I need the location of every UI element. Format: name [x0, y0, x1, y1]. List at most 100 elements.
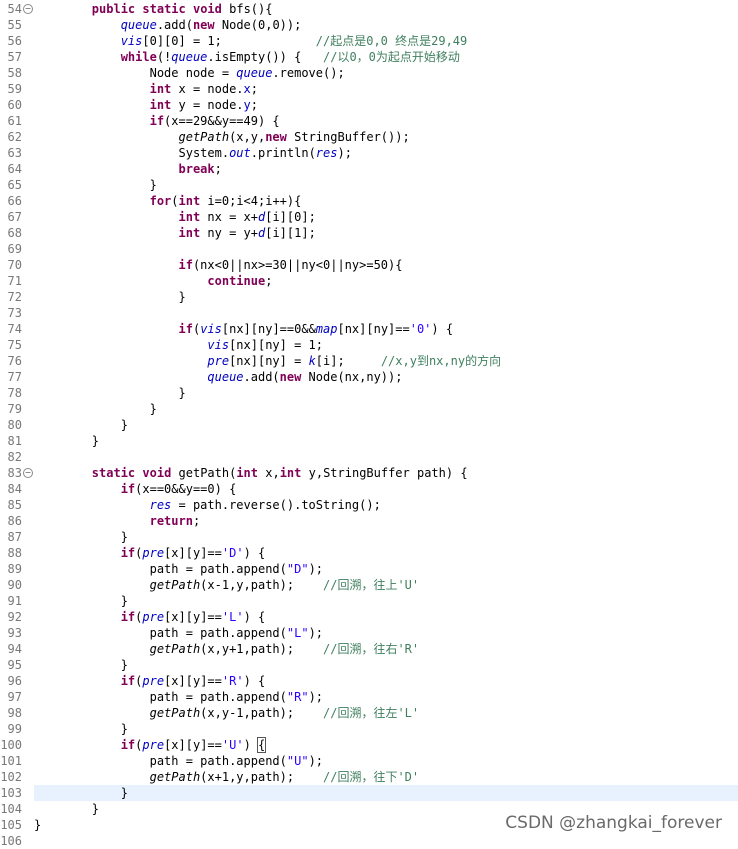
code-text-area: path = path.append("L"); [34, 625, 738, 641]
code-line[interactable]: 61 if(x==29&&y==49) { [0, 113, 738, 129]
code-line[interactable]: 64 break; [0, 161, 738, 177]
code-line[interactable]: 99 } [0, 721, 738, 737]
code-text-area: getPath(x,y+1,path); //回溯，往右'R' [34, 641, 738, 657]
collapse-fold-icon[interactable]: − [23, 4, 33, 14]
code-text: queue.add(new Node(0,0)); [120, 18, 302, 32]
code-line[interactable]: 86 return; [0, 513, 738, 529]
line-number: 105 [0, 818, 22, 832]
line-number: 85 [7, 498, 22, 512]
code-text-area [34, 449, 738, 465]
code-text-area: int y = node.y; [34, 97, 738, 113]
code-line[interactable]: 106 [0, 833, 738, 849]
code-text: res = path.reverse().toString(); [149, 498, 381, 512]
line-number: 69 [7, 242, 22, 256]
code-text: if(pre[x][y]=='U') { [120, 737, 267, 753]
line-number: 68 [7, 226, 22, 240]
line-number: 58 [7, 66, 22, 80]
code-line[interactable]: 63 System.out.println(res); [0, 145, 738, 161]
code-line[interactable]: 81 } [0, 433, 738, 449]
code-line[interactable]: 78 } [0, 385, 738, 401]
code-line[interactable]: 95 } [0, 657, 738, 673]
code-text-area: } [34, 289, 738, 305]
line-number: 61 [7, 114, 22, 128]
code-line[interactable]: 74 if(vis[nx][ny]==0&&map[nx][ny]=='0') … [0, 321, 738, 337]
code-text-area [34, 305, 738, 321]
code-line[interactable]: 73 [0, 305, 738, 321]
code-line[interactable]: 93 path = path.append("L"); [0, 625, 738, 641]
code-line[interactable]: 67 int nx = x+d[i][0]; [0, 209, 738, 225]
code-line[interactable]: 59 int x = node.x; [0, 81, 738, 97]
code-text: int x = node.x; [149, 82, 258, 96]
code-text-area: int ny = y+d[i][1]; [34, 225, 738, 241]
code-text: path = path.append("D"); [34, 562, 324, 576]
code-text: getPath(x,y-1,path); //回溯，往左'L' [149, 706, 420, 720]
code-text: } [34, 594, 128, 608]
code-line[interactable]: 90 getPath(x-1,y,path); //回溯，往上'U' [0, 577, 738, 593]
code-line[interactable]: 70 if(nx<0||nx>=30||ny<0||ny>=50){ [0, 257, 738, 273]
line-number: 98 [7, 706, 22, 720]
code-line[interactable]: 91 } [0, 593, 738, 609]
collapse-fold-icon[interactable]: − [23, 468, 33, 478]
code-editor[interactable]: 54− public static void bfs(){55 queue.ad… [0, 0, 738, 848]
code-line[interactable]: 83− static void getPath(int x,int y,Stri… [0, 465, 738, 481]
line-number: 76 [7, 354, 22, 368]
code-line[interactable]: 82 [0, 449, 738, 465]
code-text-area: path = path.append("R"); [34, 689, 738, 705]
code-line[interactable]: 71 continue; [0, 273, 738, 289]
code-line[interactable]: 65 } [0, 177, 738, 193]
code-text-area: queue.add(new Node(0,0)); [34, 17, 738, 33]
code-line[interactable]: 56 vis[0][0] = 1; //起点是0,0 终点是29,49 [0, 33, 738, 49]
code-text-area: } [34, 385, 738, 401]
line-number: 89 [7, 562, 22, 576]
code-text: if(pre[x][y]=='R') { [120, 674, 266, 688]
code-line[interactable]: 98 getPath(x,y-1,path); //回溯，往左'L' [0, 705, 738, 721]
code-line[interactable]: 60 int y = node.y; [0, 97, 738, 113]
code-line[interactable]: 85 res = path.reverse().toString(); [0, 497, 738, 513]
code-text-area: } [34, 401, 738, 417]
code-text: static void getPath(int x,int y,StringBu… [91, 466, 468, 480]
code-line[interactable]: 77 queue.add(new Node(nx,ny)); [0, 369, 738, 385]
line-number: 72 [7, 290, 22, 304]
code-line[interactable]: 57 while(!queue.isEmpty()) { //以0，0为起点开始… [0, 49, 738, 65]
code-text-area: getPath(x+1,y,path); //回溯，往下'D' [34, 769, 738, 785]
code-line[interactable]: 101 path = path.append("U"); [0, 753, 738, 769]
code-line[interactable]: 55 queue.add(new Node(0,0)); [0, 17, 738, 33]
code-line[interactable]: 79 } [0, 401, 738, 417]
line-number: 64 [7, 162, 22, 176]
code-line[interactable]: 87 } [0, 529, 738, 545]
line-number: 55 [7, 18, 22, 32]
code-text-area: } [34, 433, 738, 449]
code-line[interactable]: 54− public static void bfs(){ [0, 1, 738, 17]
code-text-area: public static void bfs(){ [34, 1, 738, 17]
code-line[interactable]: 100 if(pre[x][y]=='U') { [0, 737, 738, 753]
code-line[interactable]: 92 if(pre[x][y]=='L') { [0, 609, 738, 625]
code-line[interactable]: 103 } [0, 785, 738, 801]
code-line[interactable]: 96 if(pre[x][y]=='R') { [0, 673, 738, 689]
code-line[interactable]: 75 vis[nx][ny] = 1; [0, 337, 738, 353]
code-line[interactable]: 72 } [0, 289, 738, 305]
code-line[interactable]: 94 getPath(x,y+1,path); //回溯，往右'R' [0, 641, 738, 657]
code-line[interactable]: 68 int ny = y+d[i][1]; [0, 225, 738, 241]
code-line[interactable]: 88 if(pre[x][y]=='D') { [0, 545, 738, 561]
code-text: path = path.append("L"); [34, 626, 324, 640]
code-line[interactable]: 80 } [0, 417, 738, 433]
line-number: 56 [7, 34, 22, 48]
code-text-area: return; [34, 513, 738, 529]
code-line[interactable]: 102 getPath(x+1,y,path); //回溯，往下'D' [0, 769, 738, 785]
line-number: 101 [0, 754, 22, 768]
csdn-watermark: CSDN @zhangkai_forever [505, 813, 722, 833]
code-line[interactable]: 89 path = path.append("D"); [0, 561, 738, 577]
line-number: 91 [7, 594, 22, 608]
code-text: } [34, 658, 128, 672]
code-line[interactable]: 69 [0, 241, 738, 257]
code-line[interactable]: 76 pre[nx][ny] = k[i]; //x,y到nx,ny的方向 [0, 353, 738, 369]
code-line[interactable]: 66 for(int i=0;i<4;i++){ [0, 193, 738, 209]
code-line[interactable]: 97 path = path.append("R"); [0, 689, 738, 705]
code-line[interactable]: 62 getPath(x,y,new StringBuffer()); [0, 129, 738, 145]
code-line[interactable]: 84 if(x==0&&y==0) { [0, 481, 738, 497]
line-number: 62 [7, 130, 22, 144]
code-line[interactable]: 58 Node node = queue.remove(); [0, 65, 738, 81]
code-text: int y = node.y; [149, 98, 258, 112]
code-text: System.out.println(res); [34, 146, 352, 160]
code-text: } [34, 786, 128, 800]
